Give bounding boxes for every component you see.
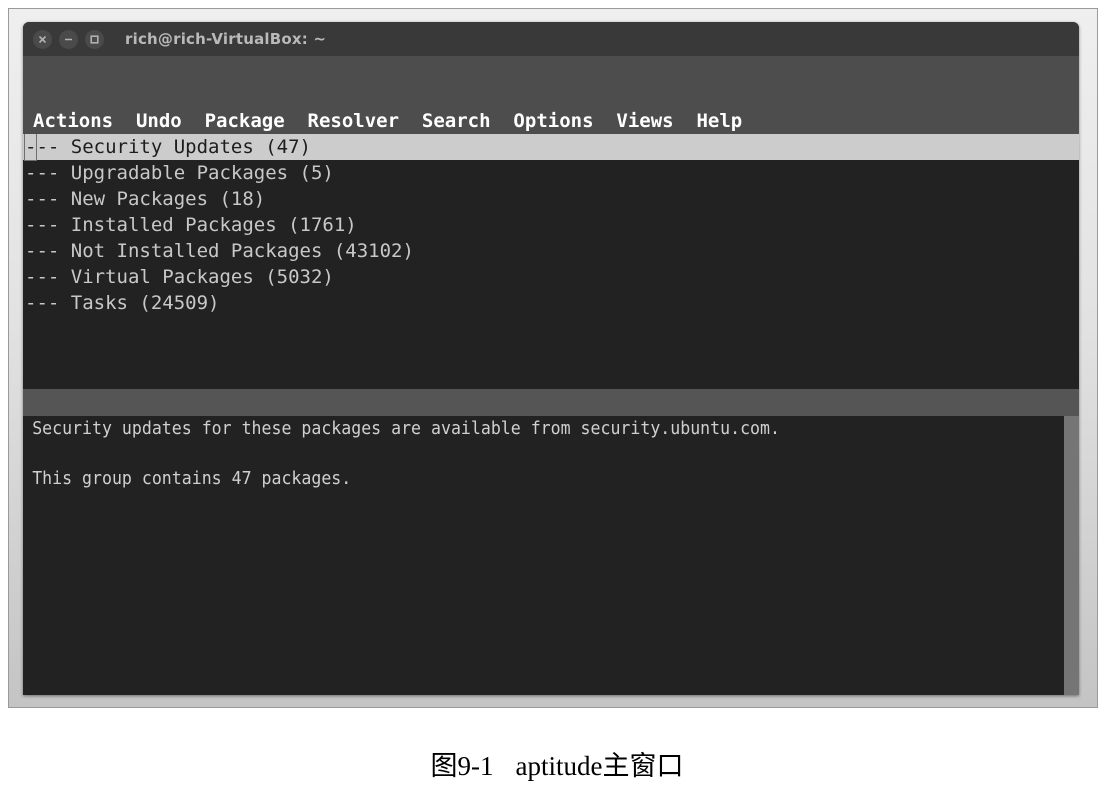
package-group-row-virtual-packages[interactable]: --- Virtual Packages (5032) [23, 264, 1079, 290]
package-group-row-installed-packages[interactable]: --- Installed Packages (1761) [23, 212, 1079, 238]
description-blank-line [23, 441, 1079, 466]
description-line-1: Security updates for these packages are … [32, 418, 780, 439]
description-scrollbar[interactable] [1064, 416, 1079, 695]
close-icon[interactable] [33, 29, 52, 49]
window-titlebar[interactable]: rich@rich-VirtualBox: ~ [23, 22, 1079, 56]
minimize-icon[interactable] [59, 29, 78, 49]
package-group-label-0: -- Security Updates (47) [36, 136, 311, 158]
figure-container: rich@rich-VirtualBox: ~ Actions Undo Pac… [0, 0, 1114, 812]
figure-caption: 图9-1 aptitude主窗口 [0, 744, 1114, 783]
menu-bar[interactable]: Actions Undo Package Resolver Search Opt… [23, 108, 1079, 134]
pane-separator-bar [23, 389, 1079, 416]
terminal-content: Actions Undo Package Resolver Search Opt… [23, 56, 1079, 695]
figure-title: aptitude主窗口 [515, 751, 684, 781]
package-group-row-not-installed-packages[interactable]: --- Not Installed Packages (43102) [23, 238, 1079, 264]
figure-number: 图9-1 [430, 751, 494, 781]
package-group-row-security-updates[interactable]: --- Security Updates (47) [23, 134, 1079, 161]
maximize-icon[interactable] [85, 29, 104, 49]
aptitude-header-region: Actions Undo Package Resolver Search Opt… [23, 56, 1079, 134]
text-cursor: - [23, 134, 38, 161]
package-group-row-upgradable-packages[interactable]: --- Upgradable Packages (5) [23, 160, 1079, 186]
window-title: rich@rich-VirtualBox: ~ [125, 30, 327, 48]
package-group-row-tasks[interactable]: --- Tasks (24509) [23, 290, 1079, 316]
description-line-2: This group contains 47 packages. [32, 468, 352, 489]
package-description-pane: Security updates for these packages are … [23, 416, 1079, 695]
package-group-list[interactable]: --- Security Updates (47) --- Upgradable… [23, 134, 1079, 389]
terminal-window: rich@rich-VirtualBox: ~ Actions Undo Pac… [23, 22, 1079, 695]
package-group-row-new-packages[interactable]: --- New Packages (18) [23, 186, 1079, 212]
window-outer-frame: rich@rich-VirtualBox: ~ Actions Undo Pac… [8, 8, 1098, 708]
